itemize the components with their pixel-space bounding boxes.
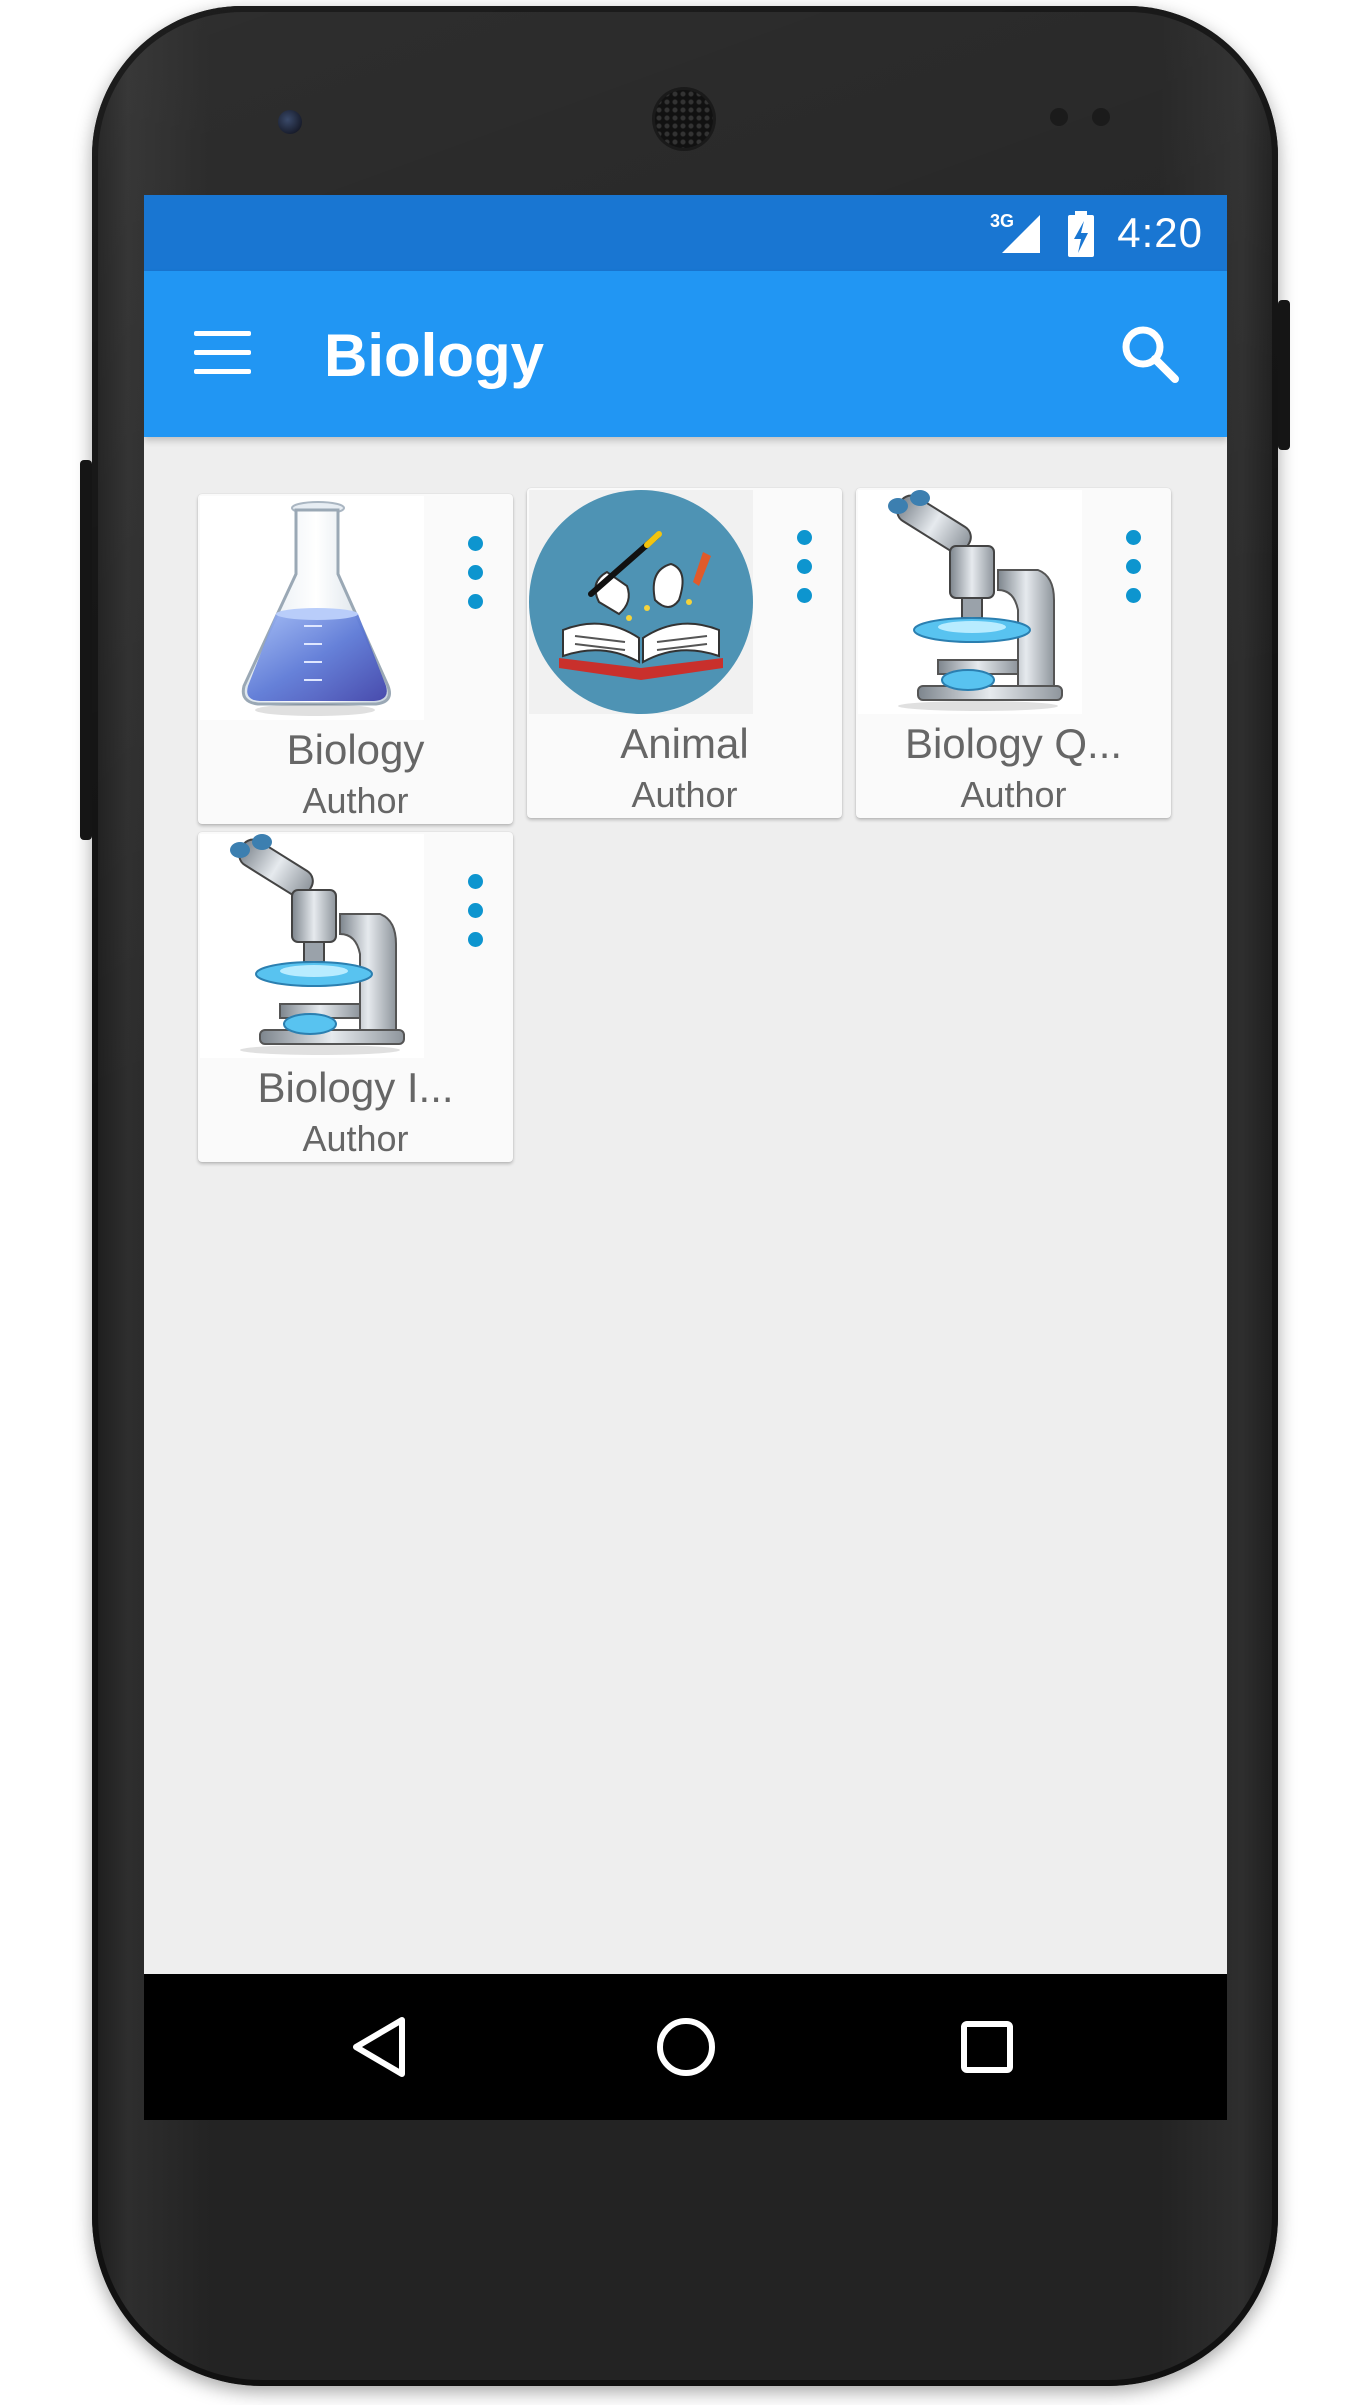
microscope-icon bbox=[200, 834, 424, 1058]
book-title: Biology I... bbox=[257, 1064, 454, 1111]
screen: 3G 4:20 Biology Biology Author Animal Au… bbox=[144, 195, 1227, 2120]
light-sensor bbox=[1092, 108, 1110, 126]
volume-button bbox=[80, 460, 92, 840]
flask-icon bbox=[200, 496, 424, 720]
book-card[interactable]: Biology Author bbox=[198, 494, 513, 824]
power-button bbox=[1278, 300, 1290, 450]
book-author: Author bbox=[631, 774, 738, 815]
navigation-bar bbox=[144, 1974, 1227, 2120]
proximity-sensor bbox=[1050, 108, 1068, 126]
clock: 4:20 bbox=[1117, 209, 1203, 256]
page-title: Biology bbox=[324, 322, 544, 389]
book-card[interactable]: Biology Q... Author bbox=[856, 488, 1171, 818]
recents-square-icon[interactable] bbox=[950, 2010, 1024, 2084]
overflow-menu-icon[interactable] bbox=[465, 874, 485, 948]
front-camera bbox=[278, 110, 302, 134]
overflow-menu-icon[interactable] bbox=[465, 536, 485, 610]
overflow-menu-icon[interactable] bbox=[794, 530, 814, 604]
earpiece-speaker bbox=[655, 90, 713, 148]
signal-3g-icon: 3G bbox=[990, 211, 1040, 253]
battery-charging-icon bbox=[1068, 211, 1094, 257]
status-bar: 3G 4:20 bbox=[144, 195, 1227, 271]
book-author: Author bbox=[960, 774, 1067, 815]
microscope-icon bbox=[858, 490, 1082, 714]
svg-text:3G: 3G bbox=[990, 211, 1014, 231]
search-icon[interactable] bbox=[1115, 319, 1185, 389]
home-circle-icon[interactable] bbox=[649, 2010, 723, 2084]
back-triangle-icon[interactable] bbox=[344, 2010, 418, 2084]
book-title: Biology bbox=[286, 726, 425, 773]
magic-book-icon bbox=[529, 490, 753, 714]
book-author: Author bbox=[302, 1118, 409, 1159]
book-title: Biology Q... bbox=[904, 720, 1123, 767]
book-author: Author bbox=[302, 780, 409, 821]
overflow-menu-icon[interactable] bbox=[1123, 530, 1143, 604]
book-title: Animal bbox=[620, 720, 749, 767]
hamburger-menu-icon[interactable] bbox=[194, 331, 254, 377]
app-bar: Biology bbox=[144, 271, 1227, 437]
book-card[interactable]: Biology I... Author bbox=[198, 832, 513, 1162]
book-card[interactable]: Animal Author bbox=[527, 488, 842, 818]
